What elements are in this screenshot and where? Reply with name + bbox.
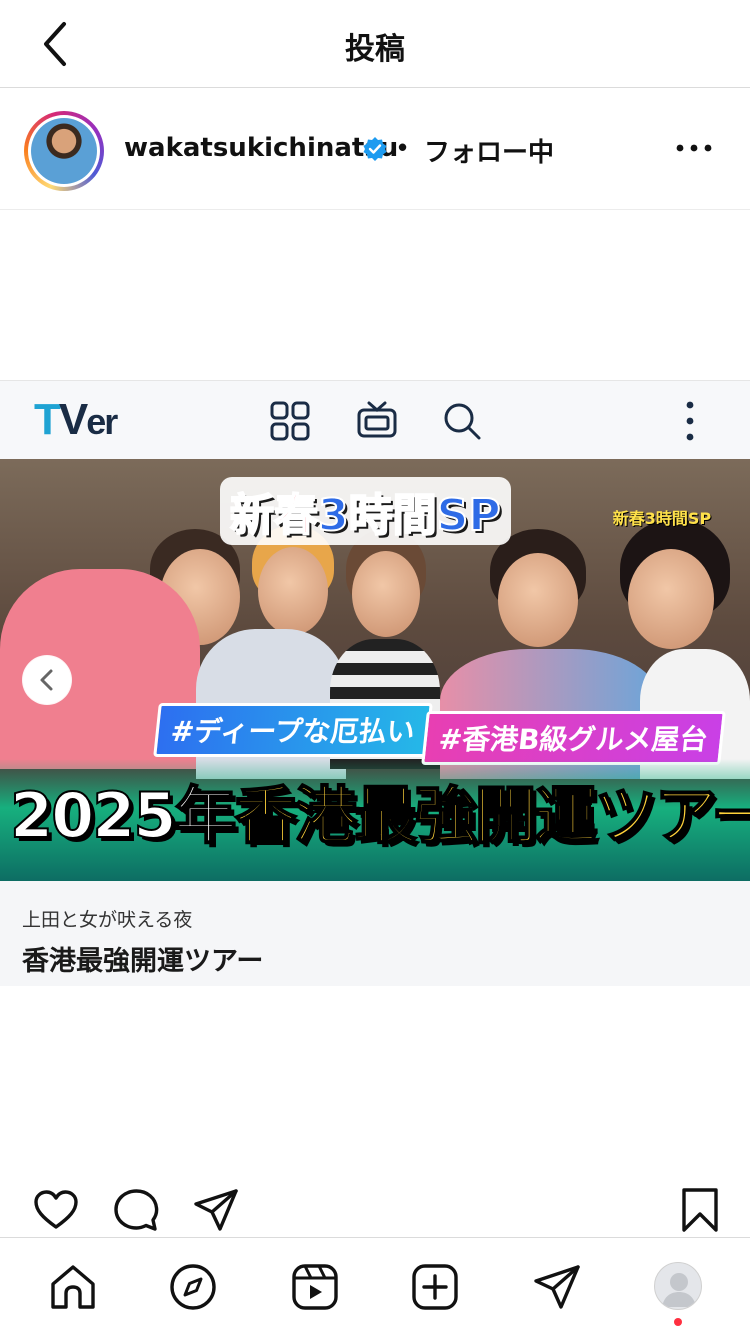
user-avatar[interactable] [24, 111, 104, 191]
thumbnail-tag: #香港B級グルメ屋台 [421, 711, 726, 765]
page-title: 投稿 [345, 32, 405, 67]
tv-icon[interactable] [355, 399, 399, 443]
more-horizontal-icon[interactable] [672, 138, 716, 158]
thumbnail-banner: 新春3時間SP [220, 477, 511, 545]
profile-avatar[interactable] [654, 1262, 702, 1310]
notification-dot [674, 1318, 682, 1326]
user-silhouette-icon [662, 1273, 696, 1307]
bookmark-icon[interactable] [676, 1186, 724, 1234]
top-bar: 投稿 [0, 0, 750, 88]
follow-status[interactable]: フォロー中 [424, 132, 554, 169]
direct-icon[interactable] [532, 1262, 582, 1312]
home-icon[interactable] [48, 1262, 98, 1312]
program-name: 上田と女が吠える夜 [22, 909, 193, 931]
comment-icon[interactable] [112, 1186, 160, 1234]
separator-dot: • [398, 132, 408, 162]
explore-icon[interactable] [168, 1262, 218, 1312]
thumbnail-tag: #ディープな厄払い [153, 703, 433, 757]
episode-title[interactable]: 香港最強開運ツアー [22, 939, 263, 978]
post-header: wakatsukichinatsu • フォロー中 [0, 90, 750, 210]
heart-icon[interactable] [32, 1186, 80, 1234]
more-vertical-icon[interactable] [668, 399, 712, 443]
carousel-prev-icon[interactable] [22, 655, 72, 705]
grid-icon[interactable] [268, 399, 312, 443]
bottom-nav [0, 1237, 750, 1334]
search-icon[interactable] [440, 399, 484, 443]
verified-badge-icon [363, 137, 387, 161]
thumbnail-title: 2025年香港最強開運ツアー [9, 778, 750, 853]
video-thumbnail[interactable]: 新春3時間SP 新春3時間SP #ディープな厄払い #香港B級グルメ屋台 202… [0, 459, 750, 881]
tver-toolbar: TVer [0, 381, 750, 459]
post-actions [0, 1180, 750, 1236]
share-icon[interactable] [192, 1186, 240, 1234]
tver-logo: TVer [34, 395, 118, 444]
reels-icon[interactable] [290, 1262, 340, 1312]
program-corner-logo: 新春3時間SP [612, 509, 712, 528]
link-preview-card[interactable]: TVer 新春3時間SP 新春3時間SP #ディープな厄払い #香港B級グルメ屋… [0, 380, 750, 986]
create-icon[interactable] [410, 1262, 460, 1312]
username[interactable]: wakatsukichinatsu [124, 133, 398, 163]
card-meta: 上田と女が吠える夜 香港最強開運ツアー [0, 881, 750, 986]
